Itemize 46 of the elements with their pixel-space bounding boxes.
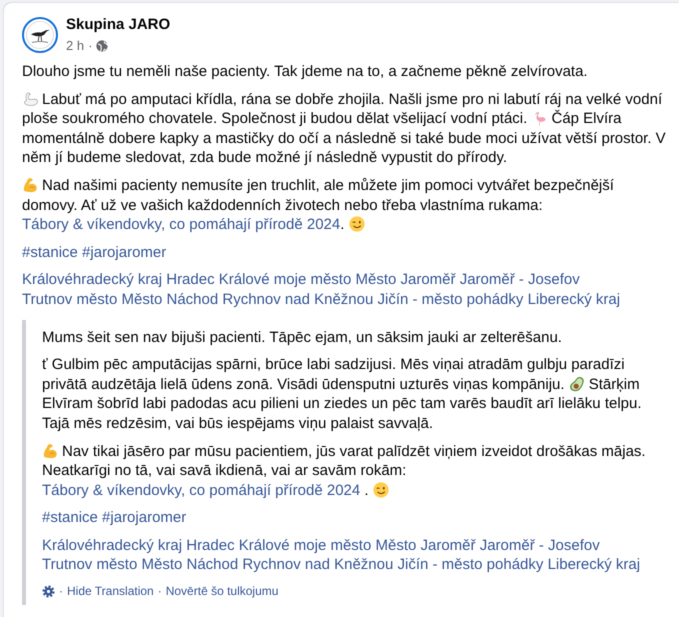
place-tag-link[interactable]: Liberecký kraj [548, 556, 640, 574]
translated-text: ť Gulbim pēc amputācijas spārni, brūce labi sadzijusi. Mēs viņai atradām gulbju paradīzi privātā audzētāja lielā ūdens zonā. Visādi ūdensputni uzturēs viņas kompāniju. Stārķim Elvīram šobrīd labi padodas acu pilieni un ziedes un pēc tam varēs baudīt arī lielāku telpu. Tajā mēs redzēsim, vai būs iespējams viņu palaist savvaļā. [42, 355, 643, 434]
hashtag-link[interactable]: #stanice [22, 244, 78, 261]
swan-icon [22, 90, 38, 107]
place-tag-link[interactable]: Město Jaroměř [355, 271, 456, 288]
post-text: Dlouho jsme tu neměli naše pacienty. Tak jdeme na to, a začneme pěkně zelvírovata. [22, 62, 589, 82]
avocado-icon [568, 376, 585, 392]
place-tag-link[interactable]: Jaroměř - Josefov [460, 271, 580, 288]
timestamp-link[interactable]: 2 h [66, 38, 84, 54]
place-tag-link[interactable]: Město Náchod [141, 556, 238, 574]
place-tag-link[interactable]: Liberecký kraj [528, 290, 620, 308]
hashtag-link[interactable]: #jarojaromer [102, 509, 186, 526]
place-tag-link[interactable]: Jičín - město pohádky [397, 556, 544, 574]
place-tag-link[interactable]: Rychnov nad Kněžnou [222, 290, 374, 308]
hashtag-link[interactable]: #jarojaromer [82, 244, 166, 261]
place-tag-link[interactable]: Jičín - město pohádky [377, 290, 524, 308]
settings-icon[interactable] [42, 584, 55, 598]
hashtag-link[interactable]: #stanice [42, 509, 98, 526]
place-tag-link[interactable]: Jaroměř - Josefov [480, 536, 600, 554]
flexed-arm-icon [22, 176, 38, 193]
place-tag-link[interactable]: Královéhradecký kraj [42, 536, 182, 554]
translated-text: Nav tikai jāsēro par mūsu pacientiem, jūs varat palīdzēt viņiem izveidot drošākas mājas. Neatkarīgi no tā, vai savā ikdienā, vai ar savām rokām: Tábory & víkendovky, co pomáhají přírodě 2024 . [42, 442, 647, 500]
event-link[interactable]: Tábory & víkendovky, co pomáhají přírodě 2024 [22, 216, 340, 234]
post-text: Labuť má po amputaci křídla, rána se dobře zhojila. Našli jsme pro ni labutí ráj na velké vodní ploše soukromého chovatele. Společnost ji budou dělat všelijací vodní ptáci. Čáp Elvíra momentálně dobere kapky a mastičky do očí a následně si také bude moci užívat větší prostor. V něm jí budeme sledovat, zda bude možné jí následně vypustit do přírody. [22, 90, 667, 168]
place-tag-link[interactable]: Hradec Králové moje město [186, 536, 372, 554]
place-tag-link[interactable]: Královéhradecký kraj [22, 271, 162, 288]
place-tag-link[interactable]: Trutnov město [42, 556, 138, 574]
dot-separator: · [158, 583, 162, 600]
group-name-link[interactable]: Skupina JARO [66, 15, 170, 34]
translation-link[interactable]: Hide Translation [67, 583, 154, 600]
winking-face-icon [372, 482, 389, 498]
translated-text: Mums šeit sen nav bijuši pacienti. Tāpēc ejam, un sāksim jauki ar zelterēšanu. [42, 328, 563, 348]
event-link[interactable]: Tábory & víkendovky, co pomáhají přírodě 2024 [42, 482, 360, 499]
dot-separator: · [59, 583, 63, 600]
post-text: Nad našimi pacienty nemusíte jen truchlit, ale můžete jim pomoci vytvářet bezpečnější domovy. Ať už ve vašich každodenních životech nebo třeba vlastníma rukama: Tábory & víkendovky, co pomáhají přírodě 2024. [22, 176, 615, 235]
globe-icon [96, 40, 108, 52]
place-tag-link[interactable]: Město Jaroměř [375, 536, 476, 554]
place-tag-link[interactable]: Hradec Králové moje město [166, 271, 352, 288]
translation-link[interactable]: Novērtē šo tulkojumu [166, 583, 278, 600]
dot-separator: · [88, 38, 92, 54]
bird-logo-icon[interactable] [22, 16, 58, 52]
place-tag-link[interactable]: Rychnov nad Kněžnou [242, 556, 394, 574]
flexed-arm-icon [42, 442, 58, 458]
winking-face-icon [348, 216, 365, 232]
place-tag-link[interactable]: Město Náchod [121, 290, 218, 308]
place-tag-link[interactable]: Trutnov město [22, 290, 118, 308]
